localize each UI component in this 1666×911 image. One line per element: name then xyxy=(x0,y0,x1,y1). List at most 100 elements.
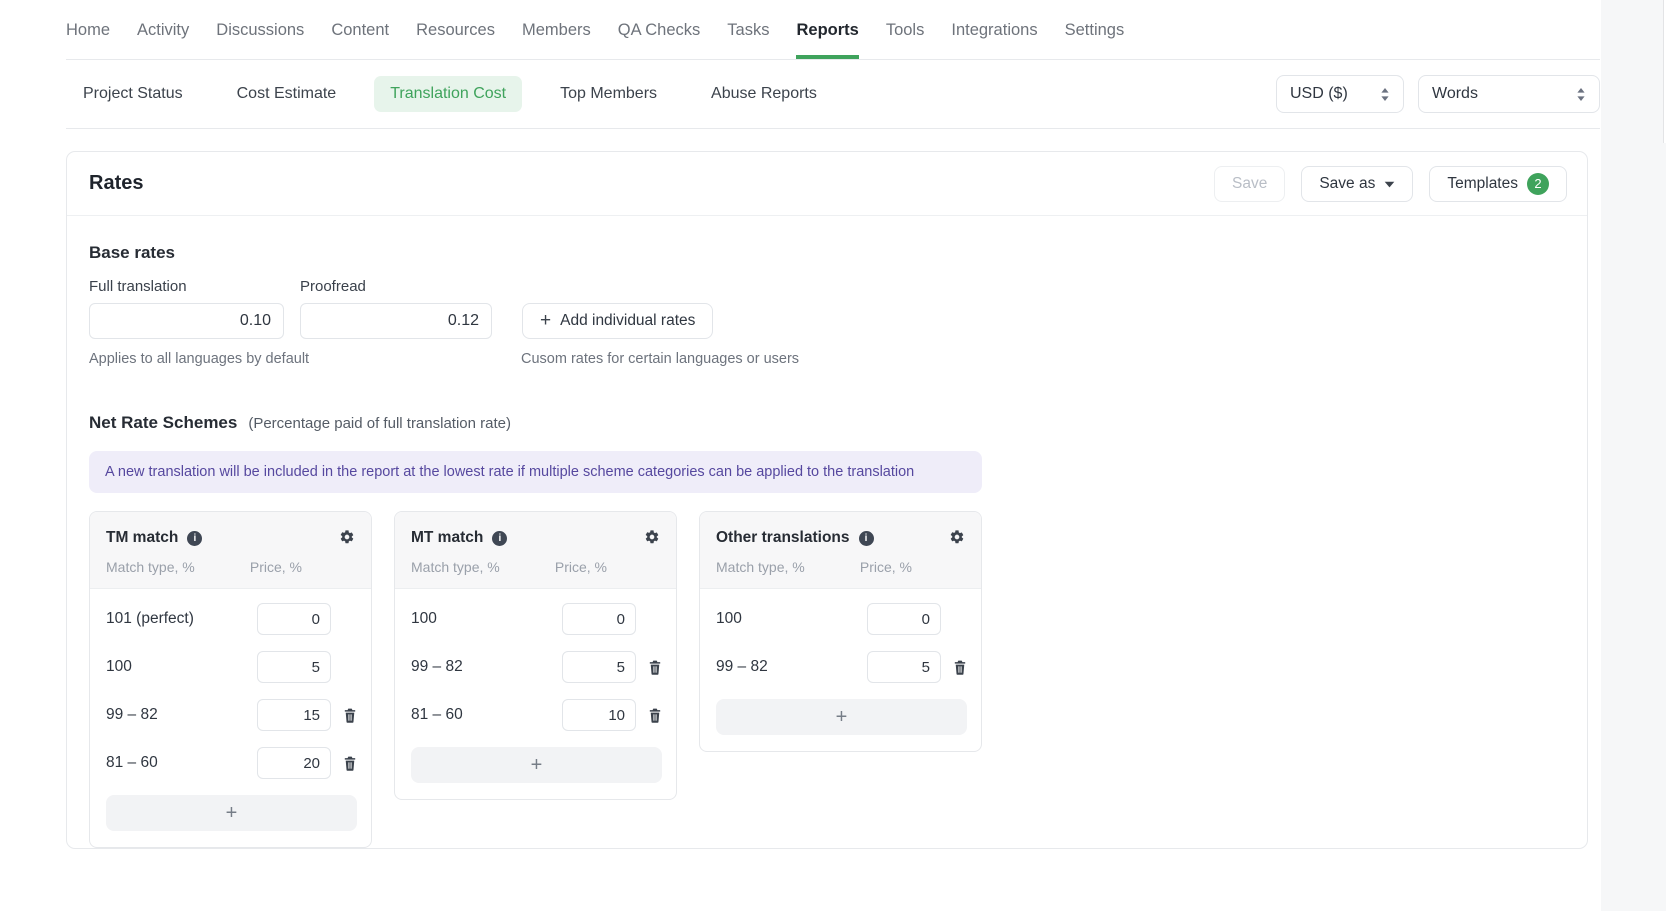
scheme-card-title: MT match xyxy=(411,529,483,547)
price-input[interactable] xyxy=(867,603,941,635)
trash-icon[interactable] xyxy=(953,660,967,675)
select-caret-icon xyxy=(1576,87,1586,102)
price-input[interactable] xyxy=(257,747,331,779)
nav-item-tasks[interactable]: Tasks xyxy=(727,21,769,59)
net-rate-schemes-subheading: (Percentage paid of full translation rat… xyxy=(248,415,511,432)
gear-icon[interactable] xyxy=(644,529,660,545)
scheme-row: 100 xyxy=(716,595,967,643)
trash-icon[interactable] xyxy=(648,660,662,675)
templates-button[interactable]: Templates 2 xyxy=(1429,166,1567,202)
add-individual-rates-button[interactable]: + Add individual rates xyxy=(522,303,713,339)
match-type-label: 100 xyxy=(411,610,562,628)
save-button[interactable]: Save xyxy=(1214,166,1285,202)
trash-slot xyxy=(636,708,662,723)
top-nav: Home Activity Discussions Content Resources M… xyxy=(66,0,1600,60)
select-caret-icon xyxy=(1380,87,1390,102)
currency-select[interactable]: USD ($) xyxy=(1276,75,1404,113)
nav-item-reports[interactable]: Reports xyxy=(796,21,858,59)
proofread-input[interactable] xyxy=(300,303,492,339)
trash-icon[interactable] xyxy=(343,756,357,771)
price-input[interactable] xyxy=(257,699,331,731)
tab-translation-cost[interactable]: Translation Cost xyxy=(374,76,522,112)
info-icon[interactable]: i xyxy=(187,531,202,546)
scheme-row: 99 – 82 xyxy=(411,643,662,691)
nav-item-tools[interactable]: Tools xyxy=(886,21,925,59)
match-type-label: 81 – 60 xyxy=(411,706,562,724)
price-column-label: Price, % xyxy=(555,559,607,575)
scheme-row: 99 – 82 xyxy=(716,643,967,691)
scheme-row: 81 – 60 xyxy=(411,691,662,739)
net-rate-schemes-heading: Net Rate Schemes xyxy=(89,413,237,433)
price-input[interactable] xyxy=(562,699,636,731)
rates-panel: Rates Save Save as Templates 2 Base rate xyxy=(66,151,1588,849)
price-input[interactable] xyxy=(257,651,331,683)
nav-item-members[interactable]: Members xyxy=(522,21,591,59)
tab-top-members[interactable]: Top Members xyxy=(544,76,673,112)
price-input[interactable] xyxy=(562,603,636,635)
plus-icon: + xyxy=(540,311,551,330)
unit-select[interactable]: Words xyxy=(1418,75,1600,113)
trash-slot xyxy=(331,756,357,771)
unit-select-value: Words xyxy=(1432,85,1478,103)
gear-icon[interactable] xyxy=(339,529,355,545)
scheme-card-body: 10099 – 82 + xyxy=(700,589,981,735)
scheme-card-body: 101 (perfect)10099 – 8281 – 60+ xyxy=(90,589,371,831)
price-input[interactable] xyxy=(257,603,331,635)
tab-abuse-reports[interactable]: Abuse Reports xyxy=(695,76,833,112)
full-translation-input[interactable] xyxy=(89,303,284,339)
base-rates-heading: Base rates xyxy=(89,243,1565,263)
scheme-card-other-translations: Other translationsi Match type, % Price, %… xyxy=(699,511,982,752)
trash-icon[interactable] xyxy=(343,708,357,723)
info-icon[interactable]: i xyxy=(859,531,874,546)
nav-item-home[interactable]: Home xyxy=(66,21,110,59)
match-type-column-label: Match type, % xyxy=(411,559,500,575)
add-row-button[interactable]: + xyxy=(411,747,662,783)
tab-project-status[interactable]: Project Status xyxy=(67,76,199,112)
add-row-button[interactable]: + xyxy=(716,699,967,735)
base-rate-hints: Applies to all languages by default Cuso… xyxy=(89,351,1565,367)
full-translation-label: Full translation xyxy=(89,278,300,295)
nav-item-integrations[interactable]: Integrations xyxy=(951,21,1037,59)
base-rate-inputs: + Add individual rates xyxy=(89,303,1565,339)
proofread-label: Proofread xyxy=(300,278,521,295)
currency-select-value: USD ($) xyxy=(1290,85,1348,103)
save-as-button[interactable]: Save as xyxy=(1301,166,1413,202)
price-input[interactable] xyxy=(867,651,941,683)
page-content: Home Activity Discussions Content Resources M… xyxy=(66,0,1600,849)
price-column-label: Price, % xyxy=(860,559,912,575)
add-row-button[interactable]: + xyxy=(106,795,357,831)
report-tabs: Project Status Cost Estimate Translation C… xyxy=(67,76,833,112)
scheme-column-headers: Match type, %Price, % xyxy=(106,551,355,588)
trash-icon[interactable] xyxy=(648,708,662,723)
price-input[interactable] xyxy=(562,651,636,683)
report-tab-bar: Project Status Cost Estimate Translation C… xyxy=(66,60,1600,129)
scheme-card-tm-match: TM matchiMatch type, %Price, %101 (perfe… xyxy=(89,511,372,848)
nav-item-resources[interactable]: Resources xyxy=(416,21,495,59)
scheme-title-row: Other translationsi xyxy=(716,525,965,551)
match-type-column-label: Match type, % xyxy=(716,559,805,575)
rates-body: Base rates Full translation Proofread + … xyxy=(67,216,1587,848)
lowest-rate-info-banner: A new translation will be included in th… xyxy=(89,451,982,493)
scheme-card-mt-match: MT match i Match type, % Price, % 100 99 – 82… xyxy=(394,511,677,800)
scheme-row: 99 – 82 xyxy=(106,691,357,739)
scrollbar-track xyxy=(1601,0,1666,911)
individual-rates-hint: Cusom rates for certain languages or use… xyxy=(521,351,799,367)
save-button-label: Save xyxy=(1232,175,1267,193)
scheme-row: 100 xyxy=(106,643,357,691)
gear-icon[interactable] xyxy=(949,529,965,545)
match-type-label: 99 – 82 xyxy=(411,658,562,676)
nav-item-content[interactable]: Content xyxy=(331,21,389,59)
nav-item-activity[interactable]: Activity xyxy=(137,21,189,59)
trash-slot xyxy=(331,708,357,723)
info-icon[interactable]: i xyxy=(492,531,507,546)
scheme-column-headers: Match type, % Price, % xyxy=(716,551,965,588)
tab-cost-estimate[interactable]: Cost Estimate xyxy=(221,76,353,112)
nav-item-discussions[interactable]: Discussions xyxy=(216,21,304,59)
match-type-label: 81 – 60 xyxy=(106,754,257,772)
scheme-column-headers: Match type, % Price, % xyxy=(411,551,660,588)
base-rate-labels: Full translation Proofread xyxy=(89,278,1565,295)
nav-item-qa-checks[interactable]: QA Checks xyxy=(618,21,701,59)
trash-slot xyxy=(636,660,662,675)
templates-count-badge: 2 xyxy=(1527,173,1549,195)
nav-item-settings[interactable]: Settings xyxy=(1065,21,1125,59)
